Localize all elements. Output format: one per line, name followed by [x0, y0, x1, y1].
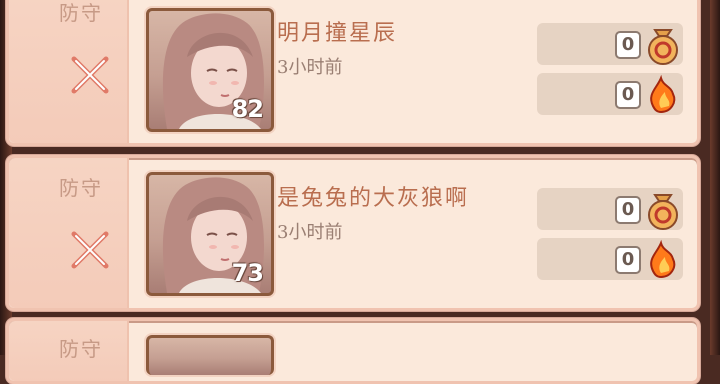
flame-icon: [650, 74, 676, 114]
player-level: 73: [231, 259, 264, 287]
battle-record-card[interactable]: 防守: [6, 318, 700, 384]
player-avatar[interactable]: [146, 335, 274, 375]
record-time: 3小时前: [277, 57, 343, 78]
money-bag-icon: [648, 29, 678, 65]
mode-label: 防守: [59, 337, 103, 361]
resource-count: 0: [615, 246, 641, 274]
crossed-swords-icon: [71, 56, 109, 94]
mode-label: 防守: [59, 1, 103, 25]
resource-slot-money: 0: [537, 23, 683, 65]
resource-slot-money: 0: [537, 188, 683, 230]
player-avatar[interactable]: 82: [146, 8, 274, 132]
resource-count: 0: [615, 196, 641, 224]
resource-slot-flame: 0: [537, 73, 683, 115]
resource-count: 0: [615, 81, 641, 109]
battle-record-card[interactable]: 防守: [6, 155, 700, 311]
crossed-swords-icon: [71, 231, 109, 269]
player-level: 82: [231, 95, 264, 123]
record-type-panel: 防守: [9, 0, 129, 143]
player-avatar[interactable]: 73: [146, 172, 274, 296]
money-bag-icon: [648, 194, 678, 230]
resource-count: 0: [615, 31, 641, 59]
record-time: 3小时前: [277, 222, 343, 243]
record-type-panel: 防守: [9, 158, 129, 308]
flame-icon: [650, 239, 676, 279]
player-name: 是兔兔的大灰狼啊: [277, 186, 470, 211]
resource-slot-flame: 0: [537, 238, 683, 280]
player-name: 明月撞星辰: [277, 21, 398, 46]
record-type-panel: 防守: [9, 321, 129, 381]
battle-record-card[interactable]: 防守: [6, 0, 700, 146]
mode-label: 防守: [59, 176, 103, 200]
battle-record-list[interactable]: 防守 82 明月撞星辰 3小时前 0 0 防守 73 是兔兔的大灰狼啊 3小时前…: [0, 0, 720, 384]
